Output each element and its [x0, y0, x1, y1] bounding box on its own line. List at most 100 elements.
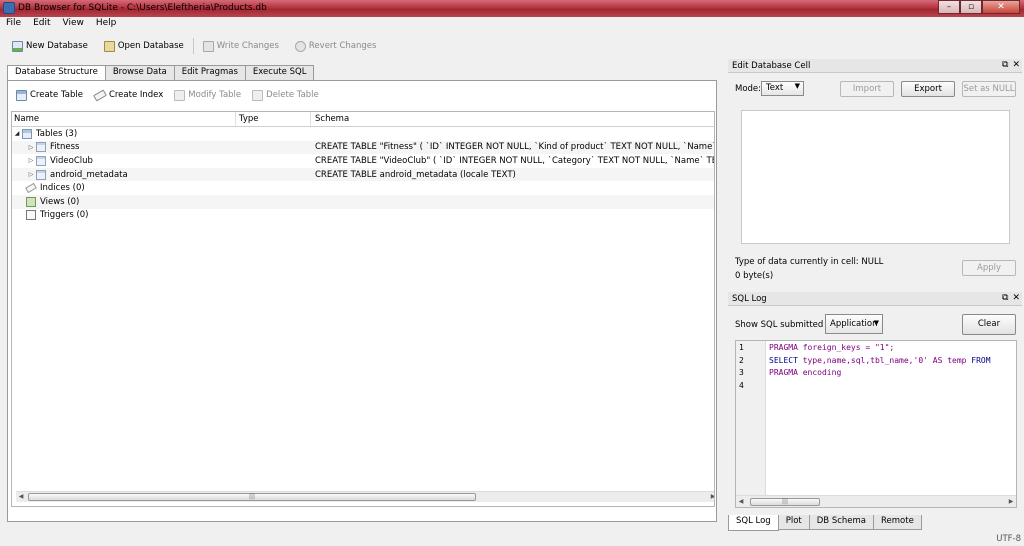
expand-arrow-icon[interactable]: ▷ — [26, 157, 36, 164]
create-table-button[interactable]: Create Table — [14, 86, 92, 104]
tab-browse-data[interactable]: Browse Data — [104, 65, 175, 80]
maximize-button[interactable]: ▫ — [960, 0, 982, 14]
tree-row-triggers[interactable]: Triggers (0) — [12, 209, 714, 223]
index-icon — [25, 183, 37, 194]
open-database-button[interactable]: Open Database — [94, 37, 190, 55]
cell-size-info: 0 byte(s) — [735, 271, 774, 281]
close-icon[interactable]: ✕ — [1012, 293, 1020, 303]
tab-database-structure[interactable]: Database Structure — [7, 65, 106, 81]
open-folder-icon — [103, 40, 115, 52]
window-title: DB Browser for SQLite - C:\Users\Elefthe… — [18, 3, 267, 13]
column-header-name[interactable]: Name — [12, 112, 236, 126]
menu-file[interactable]: File — [0, 17, 27, 32]
title-bar: DB Browser for SQLite - C:\Users\Elefthe… — [0, 0, 1024, 17]
close-window-button[interactable]: ✕ — [982, 0, 1020, 14]
expand-arrow-icon[interactable]: ▷ — [26, 144, 36, 151]
restore-icon[interactable]: ⧉ — [1002, 293, 1008, 303]
sql-source-select[interactable]: Application ▼ — [825, 314, 883, 334]
column-header-schema[interactable]: Schema — [311, 112, 714, 126]
tab-edit-pragmas[interactable]: Edit Pragmas — [173, 65, 246, 80]
views-label: Views (0) — [40, 196, 80, 207]
triggers-label: Triggers (0) — [40, 210, 89, 221]
trigger-icon — [26, 210, 36, 221]
create-table-label: Create Table — [30, 90, 83, 100]
modify-table-icon — [174, 89, 186, 101]
set-as-null-button[interactable]: Set as NULL — [962, 81, 1016, 97]
tree-row-tables[interactable]: ◢ Tables (3) — [12, 127, 714, 141]
menu-edit[interactable]: Edit — [27, 17, 56, 32]
close-icon[interactable]: ✕ — [1012, 60, 1020, 70]
collapse-arrow-icon[interactable]: ◢ — [12, 130, 22, 137]
line-number: 4 — [739, 380, 744, 390]
horizontal-scrollbar[interactable]: ◀ ||| ▶ — [16, 491, 714, 502]
tree-row-table[interactable]: ▷ android_metadata CREATE TABLE android_… — [12, 167, 714, 182]
dock-tabs: SQL Log Plot DB Schema Remote — [728, 515, 922, 531]
database-structure-panel: Create Table Create Index Modify Table D… — [7, 80, 717, 522]
export-button[interactable]: Export — [901, 81, 955, 97]
revert-changes-button[interactable]: Revert Changes — [285, 37, 383, 55]
sql-log-scrollbar[interactable]: ◀ ||| ▶ — [736, 495, 1016, 507]
expand-arrow-icon[interactable]: ▷ — [26, 171, 36, 178]
chevron-down-icon: ▼ — [794, 82, 800, 90]
restore-icon[interactable]: ⧉ — [1002, 60, 1008, 70]
delete-table-button[interactable]: Delete Table — [250, 86, 328, 104]
new-database-button[interactable]: New Database — [0, 37, 94, 55]
line-number: 1 — [739, 343, 744, 352]
tree-header: Name Type Schema — [12, 112, 714, 127]
minimize-button[interactable]: – — [938, 0, 960, 14]
import-button[interactable]: Import — [840, 81, 894, 97]
mode-select[interactable]: Text ▼ — [761, 81, 804, 96]
view-icon — [26, 196, 36, 207]
scroll-left-icon[interactable]: ◀ — [736, 496, 746, 507]
tree-row-views[interactable]: Views (0) — [12, 194, 714, 209]
tree-row-indices[interactable]: Indices (0) — [12, 181, 714, 195]
tab-db-schema[interactable]: DB Schema — [808, 515, 875, 530]
tables-label: Tables (3) — [36, 128, 78, 139]
scroll-right-icon[interactable]: ▶ — [1006, 496, 1016, 507]
scrollbar-thumb[interactable]: ||| — [750, 498, 820, 506]
tab-sql-log[interactable]: SQL Log — [728, 515, 779, 531]
delete-table-label: Delete Table — [266, 90, 319, 100]
revert-icon — [294, 40, 306, 52]
menu-view[interactable]: View — [57, 17, 90, 32]
create-index-icon — [92, 88, 107, 102]
chevron-down-icon: ▼ — [873, 319, 879, 327]
tab-plot[interactable]: Plot — [777, 515, 810, 530]
edit-cell-dock-title: Edit Database Cell ⧉ ✕ — [728, 59, 1022, 73]
cell-type-info: Type of data currently in cell: NULL — [735, 257, 884, 267]
schema-tree: Name Type Schema ◢ Tables (3) ▷ Fitness … — [11, 111, 715, 507]
line-number-gutter: 1 2 3 4 — [736, 341, 766, 495]
tab-remote[interactable]: Remote — [873, 515, 922, 530]
sql-log-editor[interactable]: 1 2 3 4 PRAGMA foreign_keys = "1"; SELEC… — [735, 340, 1017, 508]
column-header-type[interactable]: Type — [236, 112, 311, 126]
sql-line: PRAGMA encoding — [769, 368, 842, 377]
menu-bar: File Edit View Help — [0, 17, 1024, 32]
menu-help[interactable]: Help — [90, 17, 123, 32]
table-schema: CREATE TABLE "VideoClub" ( `ID` INTEGER … — [315, 155, 714, 166]
tree-row-table[interactable]: ▷ VideoClub CREATE TABLE "VideoClub" ( `… — [12, 154, 714, 168]
window-controls: – ▫ ✕ — [938, 0, 1020, 15]
new-database-icon — [12, 40, 23, 52]
sql-line: SELECT type,name,sql,tbl_name,'0' AS tem… — [769, 355, 991, 365]
write-changes-button[interactable]: Write Changes — [197, 37, 285, 55]
scroll-right-icon[interactable]: ▶ — [708, 492, 714, 502]
scroll-left-icon[interactable]: ◀ — [16, 492, 26, 502]
sql-code: PRAGMA foreign_keys = "1"; SELECT type,n… — [769, 341, 1015, 379]
line-number: 3 — [739, 368, 744, 377]
tree-row-table[interactable]: ▷ Fitness CREATE TABLE "Fitness" ( `ID` … — [12, 140, 714, 155]
clear-log-button[interactable]: Clear — [962, 314, 1016, 335]
create-table-icon — [16, 89, 27, 101]
structure-toolbar: Create Table Create Index Modify Table D… — [14, 87, 328, 103]
cell-editor-textarea[interactable] — [741, 110, 1010, 244]
scrollbar-thumb[interactable]: ||| — [28, 493, 476, 501]
table-schema: CREATE TABLE android_metadata (locale TE… — [315, 169, 516, 180]
tab-execute-sql[interactable]: Execute SQL — [244, 65, 315, 80]
sql-source-value: Application — [830, 319, 878, 329]
sql-line: PRAGMA foreign_keys = "1"; — [769, 343, 895, 352]
modify-table-button[interactable]: Modify Table — [172, 86, 250, 104]
apply-button[interactable]: Apply — [962, 260, 1016, 276]
indices-label: Indices (0) — [40, 183, 85, 194]
table-name: Fitness — [50, 142, 80, 153]
tables-icon — [22, 128, 32, 139]
create-index-button[interactable]: Create Index — [92, 86, 172, 104]
